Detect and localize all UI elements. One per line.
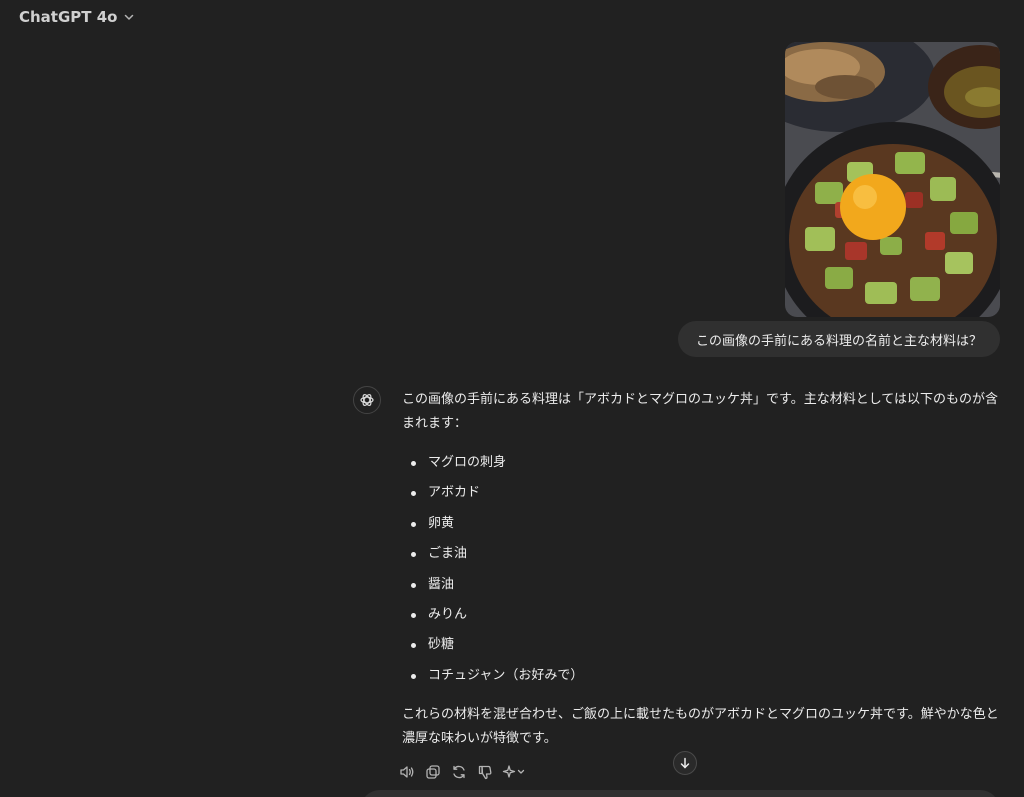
list-item: 砂糖 xyxy=(402,630,1000,660)
user-message: この画像の手前にある料理の名前と主な材料は？ xyxy=(677,321,1000,357)
assistant-intro: この画像の手前にある料理は「アボカドとマグロのユッケ丼」です。主な材料としては以… xyxy=(402,392,999,431)
message-actions xyxy=(398,763,528,781)
chevron-down-icon xyxy=(123,11,135,23)
sparkle-icon[interactable] xyxy=(502,763,528,781)
uploaded-food-photo[interactable] xyxy=(785,42,1000,317)
assistant-message: この画像の手前にある料理は「アボカドとマグロのユッケ丼」です。主な材料としては以… xyxy=(402,388,1000,751)
copy-icon[interactable] xyxy=(424,763,442,781)
model-selector[interactable]: ChatGPT 4o xyxy=(19,8,135,26)
list-item: ごま油 xyxy=(402,539,1000,569)
ingredient-list: マグロの刺身 アボカド 卵黄 ごま油 醤油 みりん 砂糖 コチュジャン（お好みで… xyxy=(402,448,1000,691)
arrow-down-icon xyxy=(679,754,691,773)
assistant-outro: これらの材料を混ぜ合わせ、ご飯の上に載せたものがアボカドとマグロのユッケ丼です。… xyxy=(402,707,999,747)
list-item: マグロの刺身 xyxy=(402,448,1000,478)
message-composer[interactable] xyxy=(360,790,1000,797)
list-item: コチュジャン（お好みで） xyxy=(402,661,1000,691)
chat-window: ChatGPT 4o この画像の手前にある料理の名前と主な材料は？ この画像の手… xyxy=(0,0,1024,797)
scroll-to-bottom-button[interactable] xyxy=(673,751,697,775)
list-item: 卵黄 xyxy=(402,509,1000,539)
list-item: アボカド xyxy=(402,478,1000,508)
user-message-text: この画像の手前にある料理の名前と主な材料は？ xyxy=(695,333,982,349)
list-item: 醤油 xyxy=(402,570,1000,600)
list-item: みりん xyxy=(402,600,1000,630)
openai-logo-icon xyxy=(353,386,381,414)
refresh-icon[interactable] xyxy=(450,763,468,781)
speaker-icon[interactable] xyxy=(398,763,416,781)
thumbs-down-icon[interactable] xyxy=(476,763,494,781)
model-name: ChatGPT 4o xyxy=(19,8,118,26)
